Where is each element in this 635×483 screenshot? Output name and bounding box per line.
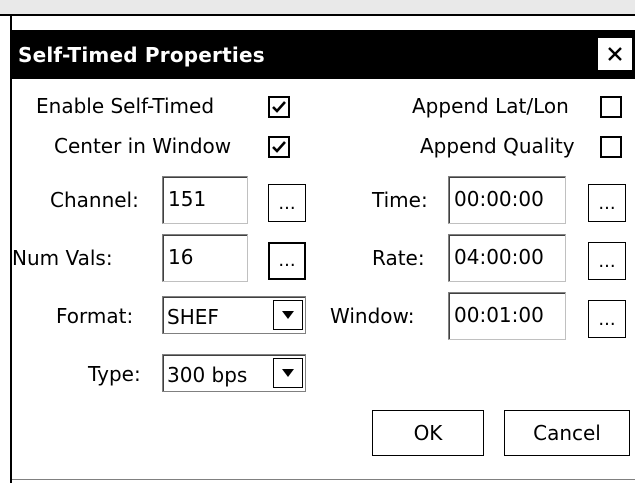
num-vals-field[interactable]: 16 — [162, 234, 248, 282]
time-label: Time: — [372, 188, 428, 212]
time-field[interactable]: 00:00:00 — [448, 176, 566, 224]
close-icon — [608, 47, 622, 61]
center-in-window-label: Center in Window — [54, 134, 232, 158]
checkmark-icon — [272, 101, 286, 113]
window-field[interactable]: 00:01:00 — [448, 292, 566, 340]
self-timed-properties-dialog: Self-Timed Properties Enable Self-Timed … — [10, 16, 635, 483]
type-dropdown[interactable]: 300 bps — [162, 354, 306, 392]
dialog-bottom-divider — [12, 479, 635, 480]
time-browse-button[interactable]: ... — [588, 184, 626, 222]
num-vals-label: Num Vals: — [12, 246, 113, 270]
window-label: Window: — [330, 304, 415, 328]
chevron-down-icon — [282, 311, 294, 319]
channel-field[interactable]: 151 — [162, 176, 248, 224]
window-browse-button[interactable]: ... — [588, 300, 626, 338]
append-quality-label: Append Quality — [420, 134, 575, 158]
channel-label: Channel: — [50, 188, 139, 212]
append-lat-lon-label: Append Lat/Lon — [412, 94, 569, 118]
rate-field[interactable]: 04:00:00 — [448, 234, 566, 282]
format-dropdown[interactable]: SHEF — [162, 296, 306, 334]
append-quality-checkbox[interactable] — [600, 136, 622, 158]
close-button[interactable] — [597, 37, 633, 71]
center-in-window-checkbox[interactable] — [268, 136, 290, 158]
append-lat-lon-checkbox[interactable] — [600, 96, 622, 118]
rate-label: Rate: — [372, 246, 425, 270]
format-label: Format: — [56, 304, 134, 328]
channel-browse-button[interactable]: ... — [268, 184, 306, 222]
dropdown-arrow-button[interactable] — [273, 300, 303, 330]
rate-browse-button[interactable]: ... — [588, 242, 626, 280]
type-label: Type: — [88, 362, 141, 386]
checkmark-icon — [272, 141, 286, 153]
type-value: 300 bps — [167, 363, 248, 387]
ok-button[interactable]: OK — [372, 410, 484, 456]
chevron-down-icon — [282, 369, 294, 377]
dropdown-arrow-button[interactable] — [273, 358, 303, 388]
num-vals-browse-button[interactable]: ... — [268, 242, 306, 280]
enable-self-timed-label: Enable Self-Timed — [36, 94, 215, 118]
dialog-title: Self-Timed Properties — [18, 43, 265, 67]
enable-self-timed-checkbox[interactable] — [268, 96, 290, 118]
dialog-title-bar[interactable]: Self-Timed Properties — [12, 30, 635, 79]
format-value: SHEF — [167, 305, 219, 329]
cancel-button[interactable]: Cancel — [504, 410, 630, 456]
